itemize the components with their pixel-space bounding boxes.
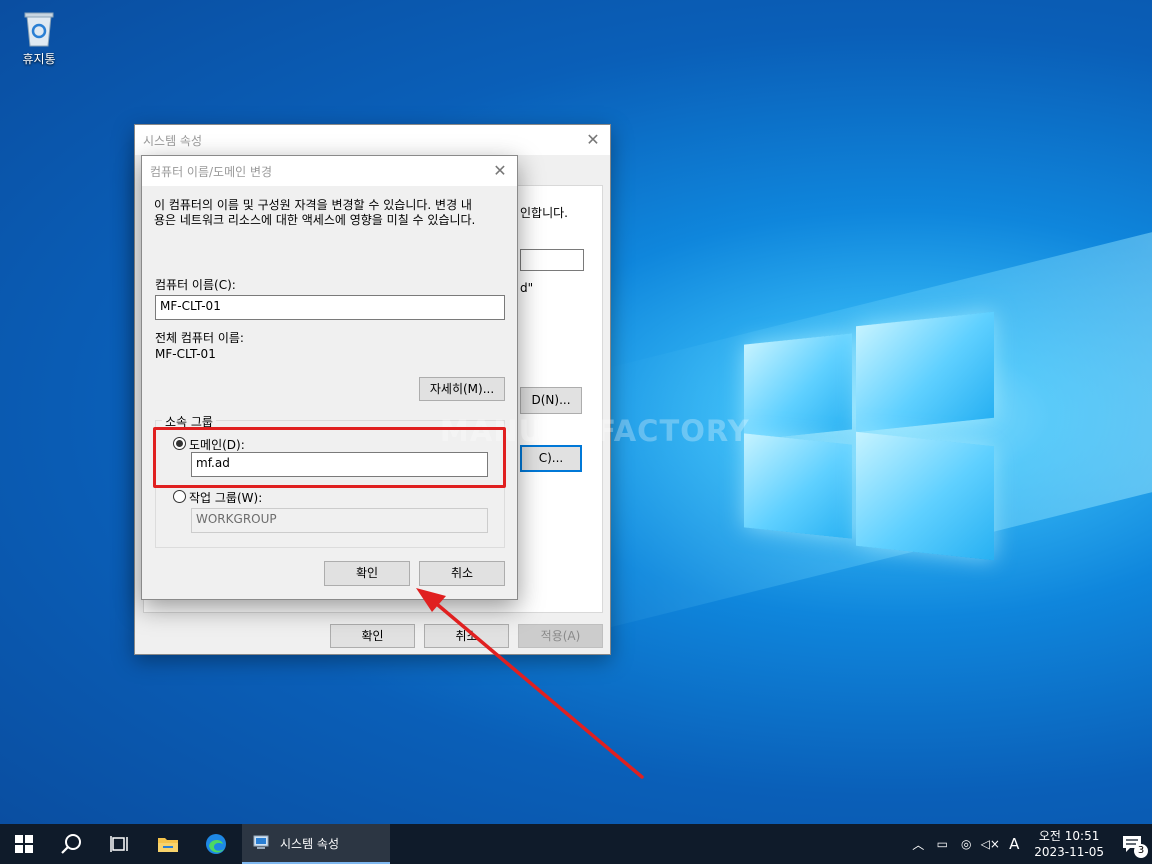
task-view-button[interactable] xyxy=(96,824,144,864)
recycle-bin-label: 휴지통 xyxy=(22,52,56,66)
obscured-textbox[interactable] xyxy=(520,249,584,271)
cancel-button[interactable]: 취소 xyxy=(419,561,505,586)
domain-radio[interactable] xyxy=(173,437,186,450)
ok-button[interactable]: 확인 xyxy=(330,624,415,648)
full-computer-name-label: 전체 컴퓨터 이름: xyxy=(155,331,244,345)
description-line: 용은 네트워크 리소스에 대한 액세스에 영향을 미칠 수 있습니다. xyxy=(154,213,476,227)
ok-button[interactable]: 확인 xyxy=(324,561,410,586)
chevron-up-icon[interactable]: ︿ xyxy=(906,836,930,853)
window-title: 시스템 속성 xyxy=(143,133,203,148)
computer-name-domain-dialog: 컴퓨터 이름/도메인 변경 ✕ 이 컴퓨터의 이름 및 구성원 자격을 변경할 … xyxy=(141,155,518,600)
system-properties-titlebar[interactable]: 시스템 속성 ✕ xyxy=(135,125,610,155)
full-computer-name-value: MF-CLT-01 xyxy=(155,347,216,361)
recycle-bin-shortcut[interactable]: 휴지통 xyxy=(10,8,68,67)
clock-time: 오전 10:51 xyxy=(1038,829,1100,843)
network-id-button[interactable]: D(N)... xyxy=(520,387,582,414)
member-of-label: 소속 그룹 xyxy=(162,413,216,430)
close-icon[interactable]: ✕ xyxy=(483,156,517,186)
computer-name-input[interactable]: MF-CLT-01 xyxy=(155,295,505,320)
domain-radio-label[interactable]: 도메인(D): xyxy=(189,436,245,453)
obscured-text-1: 인합니다. xyxy=(520,206,568,220)
cancel-button[interactable]: 취소 xyxy=(424,624,509,648)
file-explorer-button[interactable] xyxy=(144,824,192,864)
taskbar: 시스템 속성 ︿ ▭ ◎ ◁× A 오전 10:51 2023-11-05 3 xyxy=(0,824,1152,864)
edge-icon xyxy=(206,834,226,854)
system-tray: ︿ ▭ ◎ ◁× A 오전 10:51 2023-11-05 3 xyxy=(906,824,1152,864)
dialog-description: 이 컴퓨터의 이름 및 구성원 자격을 변경할 수 있습니다. 변경 내 용은 … xyxy=(154,198,514,228)
task-view-icon xyxy=(110,836,128,852)
dialog-titlebar[interactable]: 컴퓨터 이름/도메인 변경 ✕ xyxy=(142,156,517,186)
clock[interactable]: 오전 10:51 2023-11-05 xyxy=(1026,828,1112,860)
ime-indicator[interactable]: A xyxy=(1002,835,1026,853)
search-button[interactable] xyxy=(48,824,96,864)
speaker-muted-icon[interactable]: ◁× xyxy=(978,837,1002,851)
taskbar-app-system-properties[interactable]: 시스템 속성 xyxy=(242,824,390,864)
obscured-text-2: d" xyxy=(520,281,534,295)
workgroup-radio-label[interactable]: 작업 그룹(W): xyxy=(189,489,262,506)
edge-button[interactable] xyxy=(192,824,240,864)
search-icon xyxy=(61,834,81,854)
recycle-bin-icon xyxy=(21,8,57,48)
start-button[interactable] xyxy=(0,824,48,864)
description-line: 이 컴퓨터의 이름 및 구성원 자격을 변경할 수 있습니다. 변경 내 xyxy=(154,198,472,212)
clock-date: 2023-11-05 xyxy=(1034,845,1104,859)
change-button[interactable]: C)... xyxy=(520,445,582,472)
more-button[interactable]: 자세히(M)... xyxy=(419,377,505,401)
apply-button: 적용(A) xyxy=(518,624,603,648)
workgroup-input: WORKGROUP xyxy=(191,508,488,533)
windows-logo-wallpaper xyxy=(744,305,994,561)
computer-name-label: 컴퓨터 이름(C): xyxy=(155,278,236,292)
folder-icon xyxy=(158,838,178,852)
notification-count-badge: 3 xyxy=(1134,844,1148,858)
watermark-text: MANUAL FACTORY xyxy=(440,414,750,448)
network-globe-icon[interactable]: ◎ xyxy=(954,837,978,851)
dialog-title: 컴퓨터 이름/도메인 변경 xyxy=(150,164,273,179)
close-icon[interactable]: ✕ xyxy=(576,125,610,155)
windows-icon xyxy=(15,835,33,853)
domain-input[interactable]: mf.ad xyxy=(191,452,488,477)
taskbar-app-label: 시스템 속성 xyxy=(280,836,340,851)
computer-icon xyxy=(253,835,269,849)
battery-icon[interactable]: ▭ xyxy=(930,837,954,851)
workgroup-radio[interactable] xyxy=(173,490,186,503)
action-center-button[interactable]: 3 xyxy=(1112,824,1152,864)
